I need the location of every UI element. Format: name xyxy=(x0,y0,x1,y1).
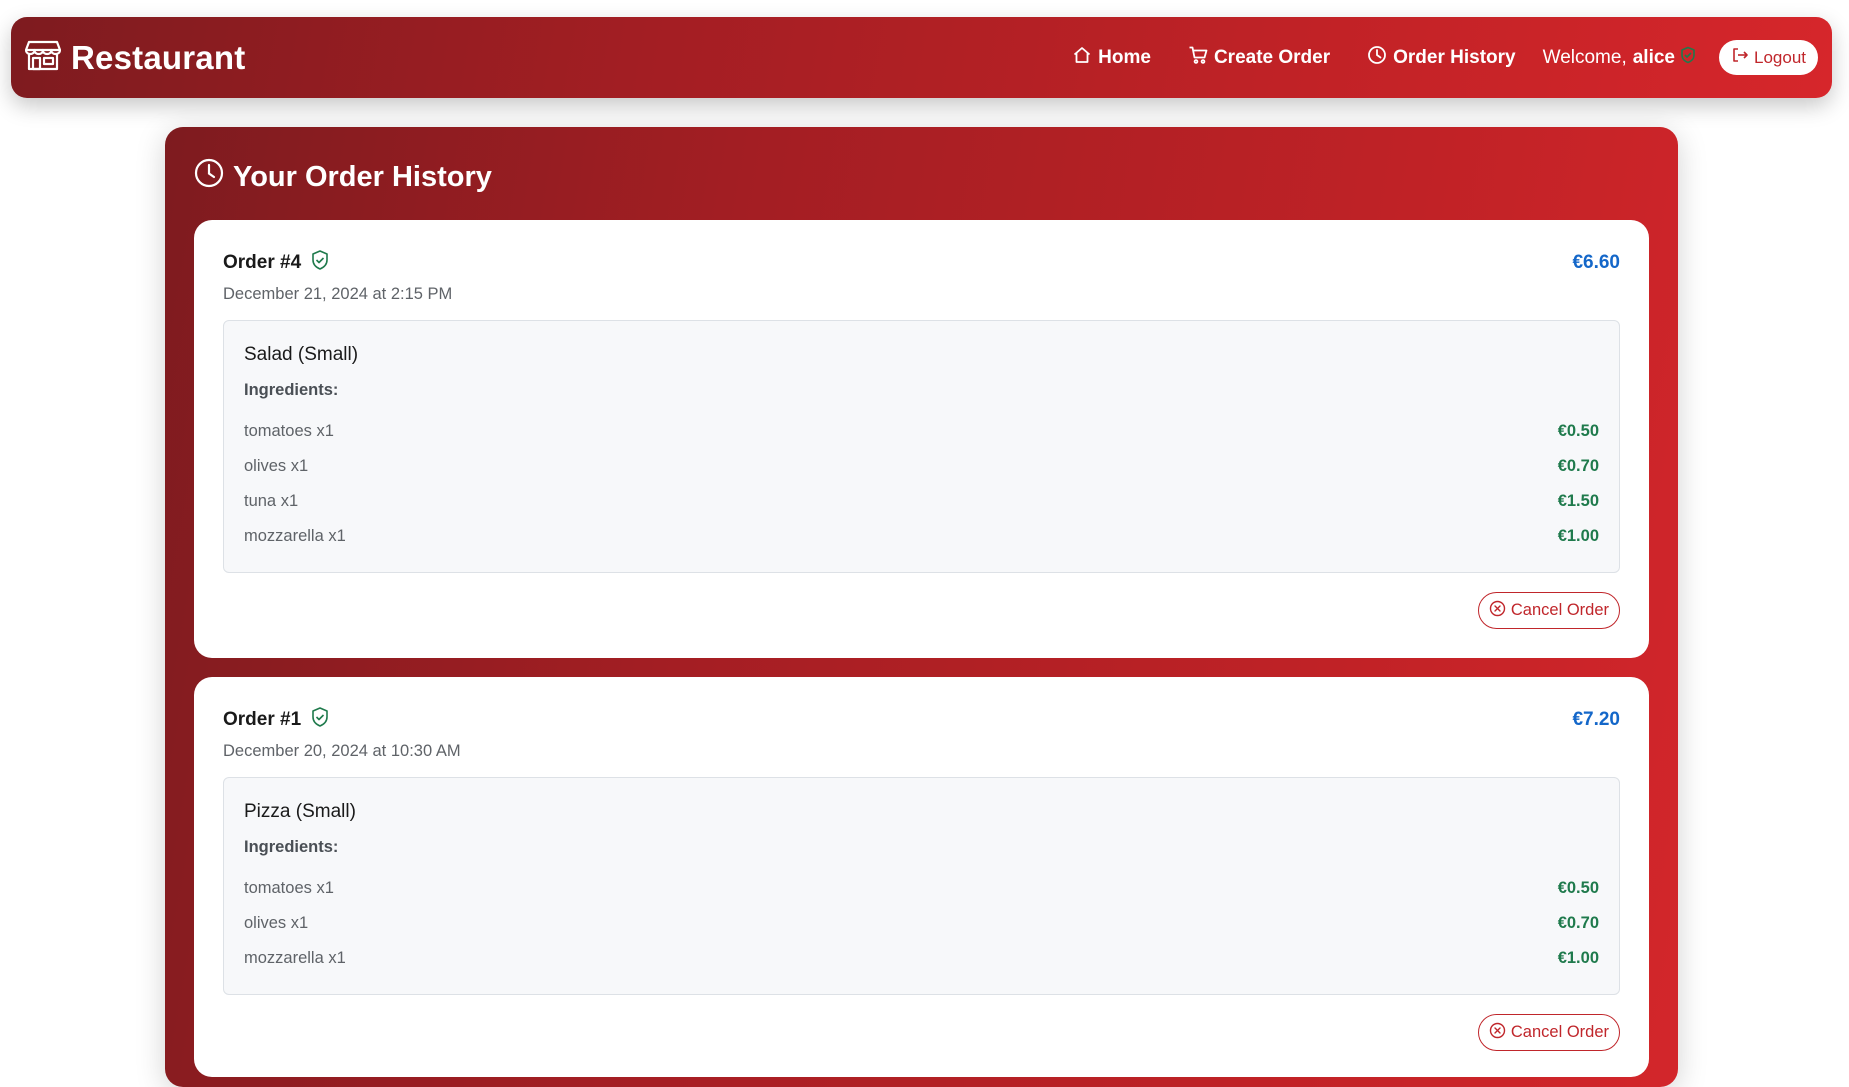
ingredient-name: olives x1 xyxy=(244,456,309,475)
ingredient-price: €0.50 xyxy=(1557,421,1599,440)
logout-icon xyxy=(1731,46,1749,69)
nav-create-order-label: Create Order xyxy=(1213,46,1331,68)
logout-button[interactable]: Logout xyxy=(1719,40,1818,75)
ingredient-row: tuna x1 €1.50 xyxy=(244,489,1599,513)
nav-home[interactable]: Home xyxy=(1072,45,1151,71)
item-name: Pizza (Small) xyxy=(244,801,356,822)
ingredient-name: tuna x1 xyxy=(244,491,299,510)
order-total: €7.20 xyxy=(1572,709,1620,730)
ingredient-row: mozzarella x1 €1.00 xyxy=(244,524,1599,548)
order-header: Order #4 December 21, 2024 at 2:15 PM xyxy=(223,249,452,304)
ingredient-row: olives x1 €0.70 xyxy=(244,911,1599,935)
clock-icon xyxy=(1367,45,1387,71)
ingredient-price: €1.50 xyxy=(1557,491,1599,510)
shield-check-icon xyxy=(1675,46,1697,70)
cancel-order-button[interactable]: Cancel Order xyxy=(1477,1014,1620,1051)
order-card: Order #1 December 20, 2024 at 10:30 AM €… xyxy=(194,677,1649,1077)
cancel-order-button[interactable]: Cancel Order xyxy=(1477,592,1620,629)
ingredient-name: tomatoes x1 xyxy=(244,878,334,897)
nav-order-history-label: Order History xyxy=(1393,46,1516,68)
cart-icon xyxy=(1188,45,1208,71)
order-title: Order #4 xyxy=(223,249,452,277)
order-total: €6.60 xyxy=(1572,252,1620,273)
ingredient-name: mozzarella x1 xyxy=(244,526,346,545)
ingredient-price: €1.00 xyxy=(1557,948,1599,967)
clock-icon xyxy=(193,157,225,197)
ingredient-row: olives x1 €0.70 xyxy=(244,454,1599,478)
ingredient-name: mozzarella x1 xyxy=(244,948,346,967)
top-navbar: Restaurant Home Create Order Order Histo… xyxy=(11,17,1832,98)
ingredient-price: €0.50 xyxy=(1557,878,1599,897)
ingredient-row: tomatoes x1 €0.50 xyxy=(244,876,1599,900)
ingredient-name: tomatoes x1 xyxy=(244,421,334,440)
item-name: Salad (Small) xyxy=(244,344,359,365)
order-title: Order #1 xyxy=(223,706,461,734)
ingredient-name: olives x1 xyxy=(244,913,309,932)
ingredients-label: Ingredients: xyxy=(244,838,339,856)
shop-icon xyxy=(24,39,62,76)
cancel-order-label: Cancel Order xyxy=(1510,1023,1609,1041)
order-history-panel: Your Order History Order #4 December 21,… xyxy=(165,127,1678,1087)
welcome-text: Welcome, alice xyxy=(1543,46,1697,70)
house-icon xyxy=(1072,45,1092,71)
shield-check-icon xyxy=(309,249,331,277)
welcome-prefix: Welcome, xyxy=(1542,46,1627,68)
ingredient-row: mozzarella x1 €1.00 xyxy=(244,946,1599,970)
ingredient-price: €0.70 xyxy=(1557,913,1599,932)
nav-menu: Home Create Order Order History Welcome,… xyxy=(1072,40,1818,75)
order-number: Order #4 xyxy=(223,252,302,273)
cancel-order-label: Cancel Order xyxy=(1510,601,1609,619)
ingredient-row: tomatoes x1 €0.50 xyxy=(244,419,1599,443)
order-number: Order #1 xyxy=(223,709,302,730)
x-circle-icon xyxy=(1489,600,1506,622)
brand-name: Restaurant xyxy=(71,38,246,76)
order-card: Order #4 December 21, 2024 at 2:15 PM €6… xyxy=(194,220,1649,658)
brand[interactable]: Restaurant xyxy=(24,38,246,77)
order-item: Salad (Small) Ingredients: tomatoes x1 €… xyxy=(223,320,1620,573)
x-circle-icon xyxy=(1489,1022,1506,1044)
nav-order-history[interactable]: Order History xyxy=(1367,45,1516,71)
ingredient-price: €1.00 xyxy=(1557,526,1599,545)
ingredients-label: Ingredients: xyxy=(244,381,339,399)
order-date: December 21, 2024 at 2:15 PM xyxy=(223,285,453,303)
order-date: December 20, 2024 at 10:30 AM xyxy=(223,742,461,760)
order-item: Pizza (Small) Ingredients: tomatoes x1 €… xyxy=(223,777,1620,995)
ingredient-price: €0.70 xyxy=(1557,456,1599,475)
nav-create-order[interactable]: Create Order xyxy=(1188,45,1330,71)
page-title: Your Order History xyxy=(193,157,492,197)
shield-check-icon xyxy=(309,706,331,734)
logout-label: Logout xyxy=(1754,47,1806,67)
page-title-text: Your Order History xyxy=(233,160,492,193)
username: alice xyxy=(1632,46,1675,68)
order-header: Order #1 December 20, 2024 at 10:30 AM xyxy=(223,706,461,761)
nav-home-label: Home xyxy=(1098,46,1151,68)
